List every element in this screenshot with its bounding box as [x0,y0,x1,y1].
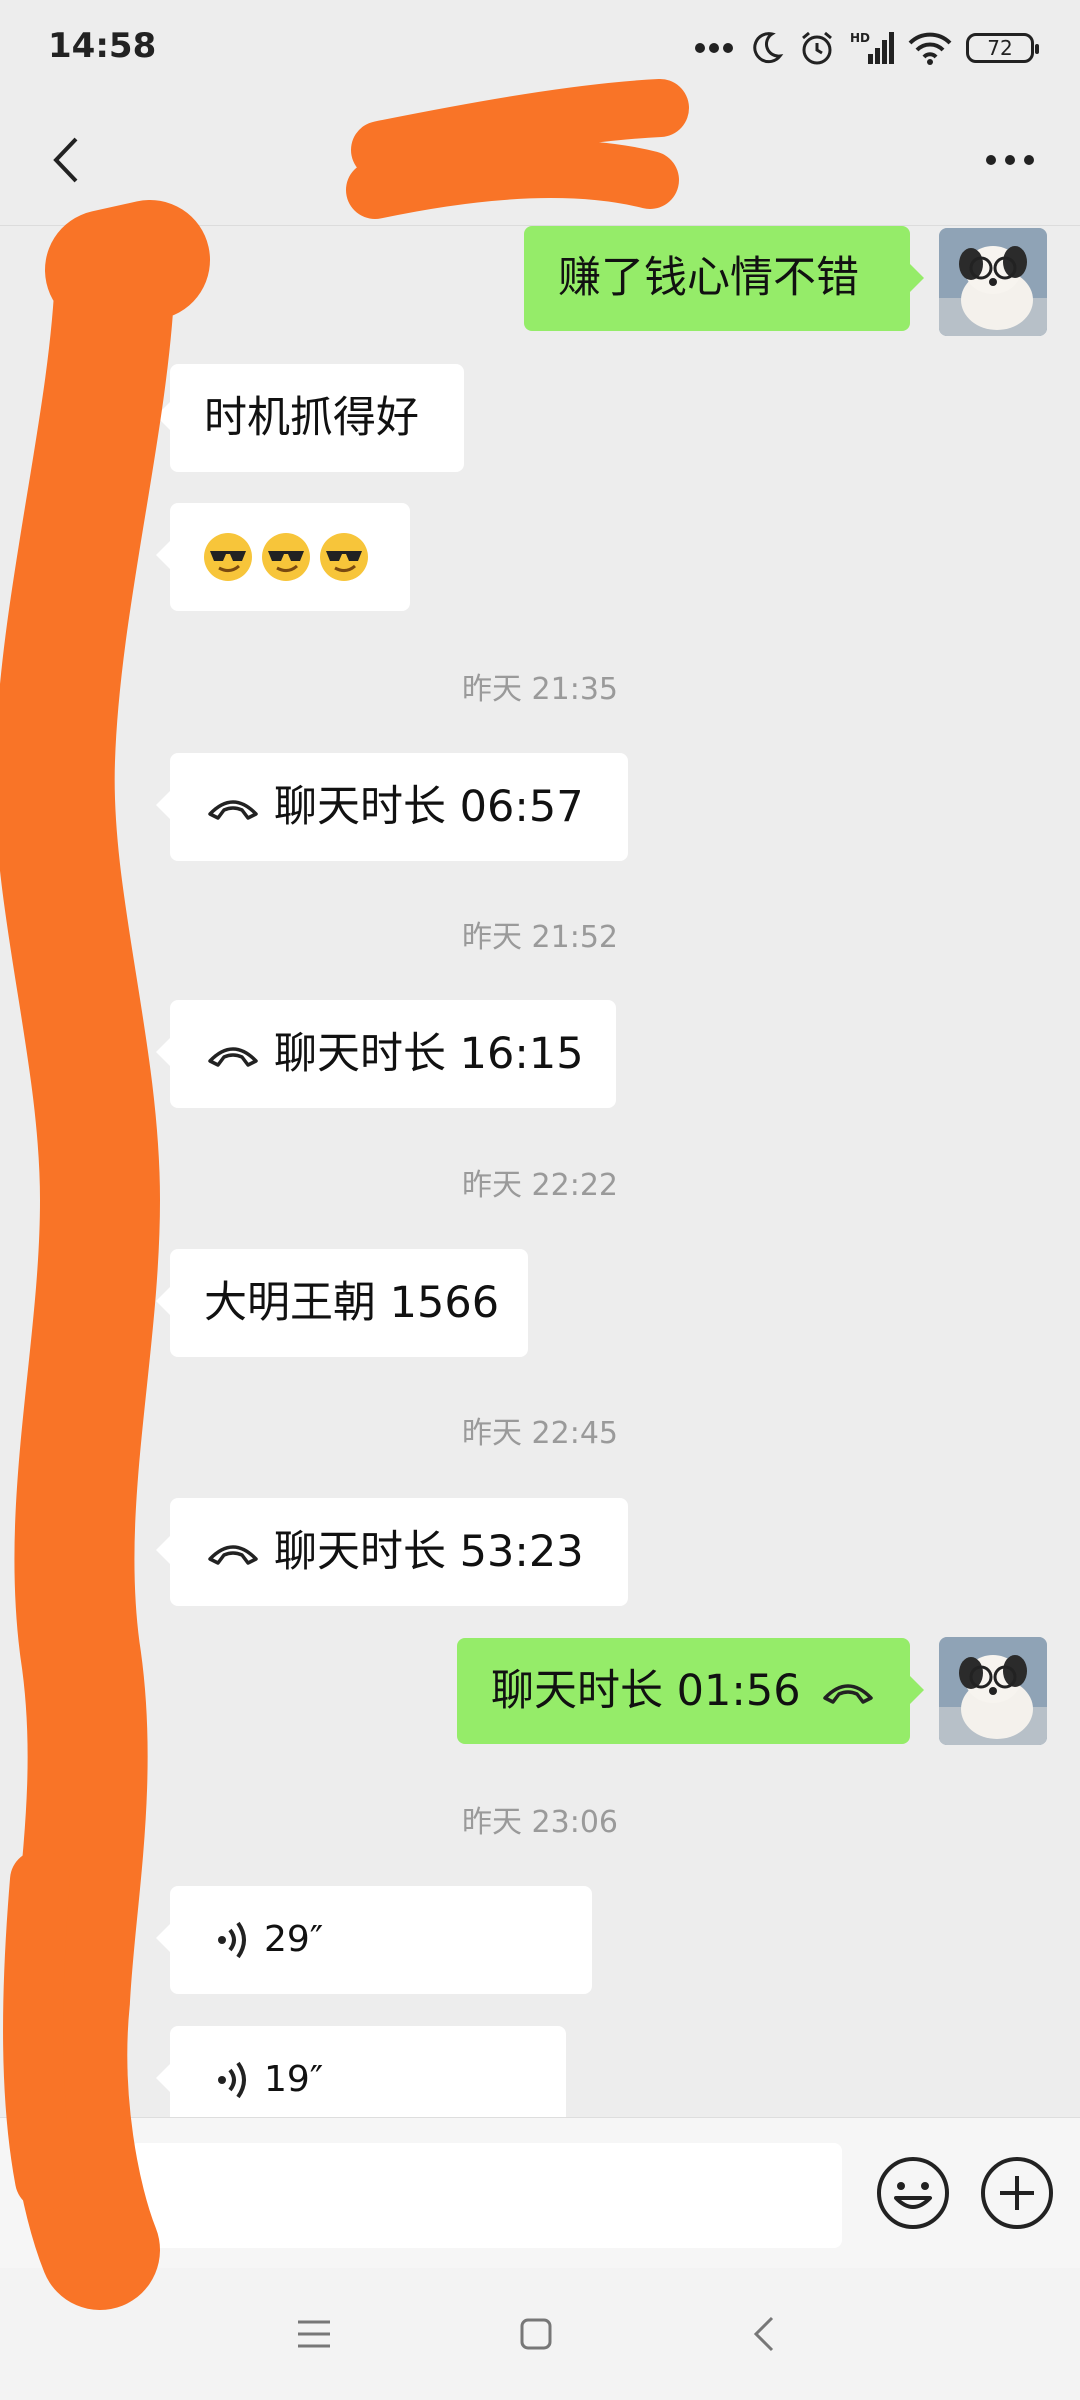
message-text: 时机抓得好 [204,392,419,443]
message-list[interactable]: 赚了钱心情不错 时机抓得好 昨天 21:35 聊天时长 06:57 昨天 21:… [0,226,1080,2117]
message-bubble-incoming[interactable]: 大明王朝 1566 [156,1249,528,1357]
phone-hangup-icon [208,1545,258,1565]
message-text: 聊天时长 16:15 [274,1028,584,1079]
battery-icon: 72 [966,33,1039,63]
message-bubble-outgoing[interactable]: 赚了钱心情不错 [524,226,924,331]
back-button[interactable] [30,125,100,195]
message-text: 大明王朝 1566 [204,1277,500,1328]
timestamp: 昨天 21:52 [462,920,618,955]
home-square-icon [520,2318,552,2350]
message-text: 赚了钱心情不错 [558,253,859,303]
avatar[interactable] [939,1637,1047,1745]
timestamp: 昨天 21:35 [462,672,618,707]
hd-label: HD [850,31,870,45]
emoji-row [202,531,370,583]
dog-avatar-image [939,1637,1047,1745]
voice-message-bubble[interactable]: 29″ [156,1886,592,1994]
message-bubble-incoming[interactable] [156,503,410,611]
chevron-left-icon [53,137,78,183]
message-text: 聊天时长 01:56 [491,1665,801,1716]
voice-duration: 19″ [264,2059,324,2100]
phone-hangup-icon [208,800,258,820]
message-bubble-incoming[interactable]: 聊天时长 06:57 [156,753,628,861]
cool-sunglasses-emoji [204,533,252,581]
signal-icon: HD [850,31,894,64]
emoji-icon [877,2157,949,2229]
message-bubble-incoming[interactable]: 聊天时长 53:23 [156,1498,628,1606]
moon-icon [753,32,784,64]
system-nav-bar [0,2268,1080,2400]
message-input[interactable] [130,2143,842,2248]
voice-duration: 29″ [264,1919,324,1960]
status-time: 14:58 [48,26,157,66]
phone-hangup-icon [208,1047,258,1067]
voice-wave-icon [218,1921,246,1959]
voice-message-bubble[interactable]: 19″ [156,2026,566,2117]
more-dots-icon [986,155,1034,165]
back-triangle-icon [753,2316,774,2352]
timestamp: 昨天 23:06 [462,1805,618,1840]
home-button[interactable] [506,2304,566,2364]
timestamp: 昨天 22:45 [462,1416,618,1451]
system-back-button[interactable] [734,2304,794,2364]
message-text: 聊天时长 06:57 [274,781,584,832]
timestamp: 昨天 22:22 [462,1168,618,1203]
voice-input-icon [31,2157,103,2229]
voice-wave-icon [218,2061,246,2099]
more-dots-icon [695,43,733,53]
input-bar [0,2117,1080,2268]
dog-avatar-image [939,228,1047,336]
phone-hangup-icon [822,1684,873,1704]
avatar[interactable] [939,228,1047,336]
message-bubble-outgoing[interactable]: 聊天时长 01:56 [457,1638,924,1744]
cool-sunglasses-emoji [320,533,368,581]
chat-header [0,95,1080,226]
message-bubble-incoming[interactable]: 聊天时长 16:15 [156,1000,616,1108]
more-functions-button[interactable] [972,2148,1062,2238]
voice-input-button[interactable] [22,2148,112,2238]
status-icons: HD 72 [694,26,1039,70]
cool-sunglasses-emoji [262,533,310,581]
wifi-icon [908,32,952,65]
message-text: 聊天时长 53:23 [274,1526,584,1577]
menu-icon [298,2320,330,2348]
more-options-button[interactable] [970,125,1050,195]
status-bar: 14:58 HD 72 [0,0,1080,95]
plus-circle-icon [981,2157,1053,2229]
message-bubble-incoming[interactable]: 时机抓得好 [156,364,464,472]
recent-apps-button[interactable] [284,2304,344,2364]
emoji-button[interactable] [868,2148,958,2238]
alarm-icon [802,31,832,65]
